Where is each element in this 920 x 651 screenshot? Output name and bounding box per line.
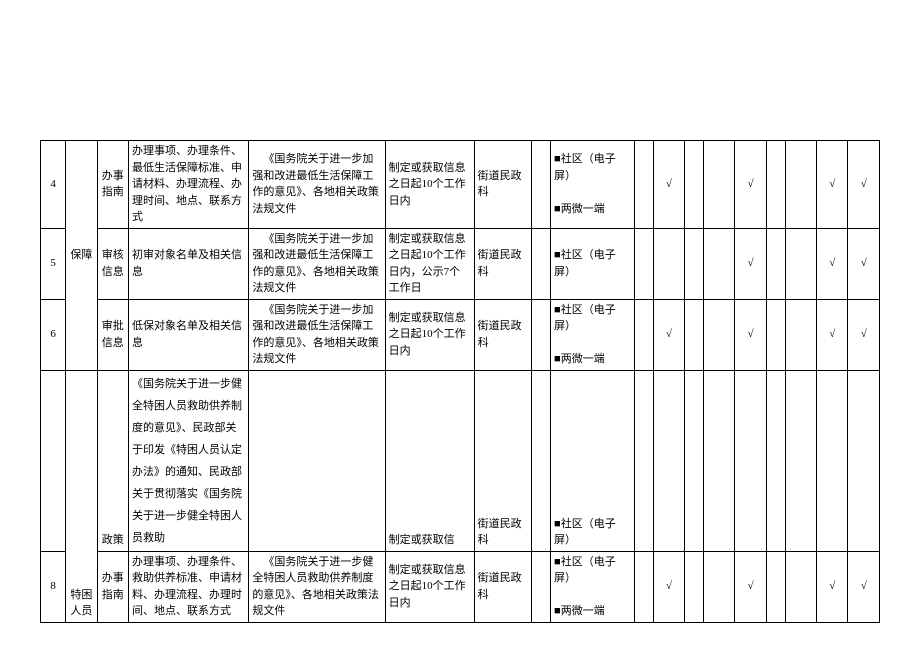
time-cell: 制定或获取信息之日起10个工作日内 <box>385 141 474 229</box>
blank-cell <box>634 228 653 299</box>
check-cell <box>785 141 816 229</box>
blank-cell <box>766 228 785 299</box>
check-cell <box>785 551 816 622</box>
time-cell: 制定或获取信 <box>385 370 474 551</box>
blank-cell <box>685 141 704 229</box>
channel-cell: ■社区（电子屏） ■两微一端 <box>551 551 635 622</box>
channel-cell: ■社区（电子屏） <box>551 370 635 551</box>
check-cell: √ <box>848 551 880 622</box>
basis-cell: 《国务院关于进一步健全特困人员救助供养制度的意见》、各地相关政策法规文件 <box>249 551 385 622</box>
dept-cell: 街道民政科 <box>474 370 532 551</box>
check-cell: √ <box>735 228 766 299</box>
channel-line: ■两微一端 <box>554 603 631 620</box>
blank-cell <box>766 299 785 370</box>
check-cell <box>703 551 734 622</box>
content-cell: 《国务院关于进一步健全特困人员救助供养制度的意见》、民政部关于印发《特困人员认定… <box>128 370 248 551</box>
blank-cell <box>685 299 704 370</box>
blank-cell <box>532 228 551 299</box>
blank-cell <box>766 141 785 229</box>
blank-cell <box>766 551 785 622</box>
channel-cell: ■社区（电子屏） ■两微一端 <box>551 299 635 370</box>
check-cell <box>785 299 816 370</box>
check-cell: √ <box>848 299 880 370</box>
content-cell: 办理事项、办理条件、最低生活保障标准、申请材料、办理流程、办理时间、地点、联系方… <box>128 141 248 229</box>
row-num: 5 <box>41 228 66 299</box>
disclosure-table: 4 保障 办事指南 办理事项、办理条件、最低生活保障标准、申请材料、办理流程、办… <box>40 140 880 623</box>
channel-cell: ■社区（电子屏） <box>551 228 635 299</box>
category-cell: 特困人员 <box>66 370 97 622</box>
check-cell: √ <box>735 551 766 622</box>
blank-cell <box>685 370 704 551</box>
blank-cell <box>634 370 653 551</box>
check-cell: √ <box>653 299 684 370</box>
type-cell: 办事指南 <box>97 141 128 229</box>
check-cell: √ <box>735 141 766 229</box>
check-cell <box>653 228 684 299</box>
check-cell <box>703 370 734 551</box>
table-row: 8 办事指南 办理事项、办理条件、救助供养标准、申请材料、办理流程、办理时间、地… <box>41 551 880 622</box>
check-cell <box>848 370 880 551</box>
table-row: 6 审批信息 低保对象名单及相关信息 《国务院关于进一步加强和改进最低生活保障工… <box>41 299 880 370</box>
check-cell: √ <box>817 141 848 229</box>
dept-cell: 街道民政科 <box>474 141 532 229</box>
check-cell: √ <box>817 228 848 299</box>
check-cell: √ <box>817 299 848 370</box>
channel-line: ■两微一端 <box>554 201 631 218</box>
check-cell: √ <box>848 228 880 299</box>
time-cell: 制定或获取信息之日起10个工作日内 <box>385 551 474 622</box>
row-num: 6 <box>41 299 66 370</box>
content-cell: 初审对象名单及相关信息 <box>128 228 248 299</box>
time-cell: 制定或获取信息之日起10个工作日内，公示7个工作日 <box>385 228 474 299</box>
category-cell: 保障 <box>66 141 97 371</box>
row-num <box>41 370 66 551</box>
row-num: 4 <box>41 141 66 229</box>
check-cell <box>785 370 816 551</box>
type-cell: 审批信息 <box>97 299 128 370</box>
dept-cell: 街道民政科 <box>474 551 532 622</box>
channel-line: ■社区（电子屏） <box>554 151 631 184</box>
check-cell <box>653 370 684 551</box>
blank-cell <box>532 141 551 229</box>
table-row: 4 保障 办事指南 办理事项、办理条件、最低生活保障标准、申请材料、办理流程、办… <box>41 141 880 229</box>
blank-cell <box>634 141 653 229</box>
blank-cell <box>532 551 551 622</box>
dept-cell: 街道民政科 <box>474 228 532 299</box>
channel-line: ■两微一端 <box>554 351 631 368</box>
table-row: 特困人员 政策 《国务院关于进一步健全特困人员救助供养制度的意见》、民政部关于印… <box>41 370 880 551</box>
blank-cell <box>685 551 704 622</box>
dept-cell: 街道民政科 <box>474 299 532 370</box>
check-cell <box>703 141 734 229</box>
type-cell: 审核信息 <box>97 228 128 299</box>
check-cell: √ <box>735 299 766 370</box>
check-cell: √ <box>653 551 684 622</box>
check-cell <box>703 299 734 370</box>
content-cell: 低保对象名单及相关信息 <box>128 299 248 370</box>
channel-line: ■社区（电子屏） <box>554 302 631 335</box>
blank-cell <box>766 370 785 551</box>
check-cell: √ <box>653 141 684 229</box>
basis-cell: 《国务院关于进一步加强和改进最低生活保障工作的意见》、各地相关政策法规文件 <box>249 228 385 299</box>
blank-cell <box>634 551 653 622</box>
table-row: 5 审核信息 初审对象名单及相关信息 《国务院关于进一步加强和改进最低生活保障工… <box>41 228 880 299</box>
check-cell: √ <box>848 141 880 229</box>
basis-cell: 《国务院关于进一步加强和改进最低生活保障工作的意见》、各地相关政策法规文件 <box>249 299 385 370</box>
content-cell: 办理事项、办理条件、救助供养标准、申请材料、办理流程、办理时间、地点、联系方式 <box>128 551 248 622</box>
channel-cell: ■社区（电子屏） ■两微一端 <box>551 141 635 229</box>
check-cell <box>735 370 766 551</box>
blank-cell <box>634 299 653 370</box>
basis-cell: 《国务院关于进一步加强和改进最低生活保障工作的意见》、各地相关政策法规文件 <box>249 141 385 229</box>
type-cell: 政策 <box>97 370 128 551</box>
blank-cell <box>532 299 551 370</box>
blank-cell <box>685 228 704 299</box>
row-num: 8 <box>41 551 66 622</box>
check-cell <box>817 370 848 551</box>
check-cell <box>785 228 816 299</box>
blank-cell <box>532 370 551 551</box>
check-cell <box>703 228 734 299</box>
channel-line: ■社区（电子屏） <box>554 554 631 587</box>
basis-cell <box>249 370 385 551</box>
type-cell: 办事指南 <box>97 551 128 622</box>
check-cell: √ <box>817 551 848 622</box>
time-cell: 制定或获取信息之日起10个工作日内 <box>385 299 474 370</box>
